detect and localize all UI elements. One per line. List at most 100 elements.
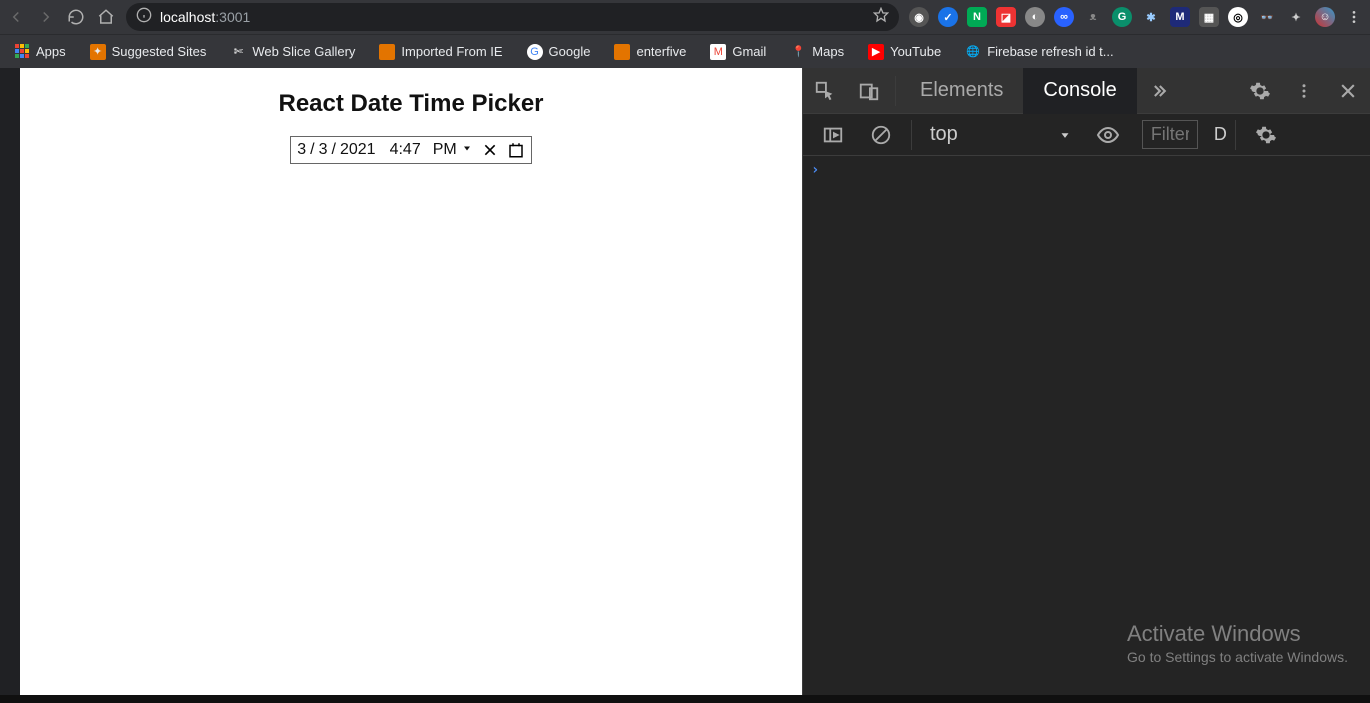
bookmark-item[interactable]: enterfive bbox=[610, 40, 690, 64]
datetime-ampm[interactable]: PM bbox=[433, 141, 457, 159]
bookmark-label: Suggested Sites bbox=[112, 44, 207, 59]
devtools-settings-button[interactable] bbox=[1238, 68, 1282, 114]
forward-button[interactable] bbox=[36, 7, 56, 27]
extension-icon[interactable]: ✓ bbox=[938, 7, 958, 27]
bookmark-label: Maps bbox=[812, 44, 844, 59]
folder-icon bbox=[379, 44, 395, 60]
bookmark-item[interactable]: ✄ Web Slice Gallery bbox=[226, 40, 359, 64]
bookmark-label: Imported From IE bbox=[401, 44, 502, 59]
windows-taskbar[interactable] bbox=[0, 695, 1370, 703]
home-icon bbox=[97, 8, 115, 26]
console-context-label: top bbox=[930, 123, 958, 146]
bookmark-label: Web Slice Gallery bbox=[252, 44, 355, 59]
bookmark-item[interactable]: 📍 Maps bbox=[786, 40, 848, 64]
folder-icon: ✦ bbox=[90, 44, 106, 60]
devices-icon bbox=[858, 80, 880, 102]
datetime-month[interactable]: 3 bbox=[297, 141, 306, 159]
globe-icon: 🌐 bbox=[965, 44, 981, 60]
extension-icons: ◉ ✓ N ◪ ◐ ∞ ᴥ G ✱ M ▦ ◎ 👓 ✦ ☺ bbox=[909, 7, 1364, 27]
tab-console[interactable]: Console bbox=[1023, 68, 1136, 114]
devtools-menu-button[interactable] bbox=[1282, 68, 1326, 114]
console-toolbar: top D bbox=[803, 114, 1370, 156]
star-icon bbox=[873, 7, 889, 23]
extension-icon[interactable]: ◪ bbox=[996, 7, 1016, 27]
bookmark-label: YouTube bbox=[890, 44, 941, 59]
eye-icon bbox=[1096, 123, 1120, 147]
bookmark-star-button[interactable] bbox=[873, 7, 889, 28]
datetime-input[interactable]: 3 / 3 / 2021 4:47 PM bbox=[290, 136, 531, 164]
devtools-panel: Elements Console bbox=[802, 68, 1370, 695]
address-url: localhost:3001 bbox=[160, 9, 250, 25]
address-bar[interactable]: localhost:3001 bbox=[126, 3, 899, 31]
extension-icon[interactable]: ▦ bbox=[1199, 7, 1219, 27]
profile-avatar[interactable]: ☺ bbox=[1315, 7, 1335, 27]
gmail-icon: M bbox=[710, 44, 726, 60]
bookmark-label: Gmail bbox=[732, 44, 766, 59]
toolbar-divider bbox=[1235, 120, 1236, 150]
extension-icon[interactable]: M bbox=[1170, 7, 1190, 27]
apps-grid-icon bbox=[14, 44, 30, 60]
home-button[interactable] bbox=[96, 7, 116, 27]
bookmark-item[interactable]: ✦ Suggested Sites bbox=[86, 40, 211, 64]
datetime-year[interactable]: 2021 bbox=[340, 141, 376, 159]
bookmark-item[interactable]: G Google bbox=[523, 40, 595, 64]
close-icon bbox=[1338, 81, 1358, 101]
calendar-button[interactable] bbox=[507, 141, 525, 159]
datetime-time[interactable]: 4:47 bbox=[390, 141, 421, 159]
extension-icon[interactable]: ◐ bbox=[1025, 7, 1045, 27]
inspect-element-button[interactable] bbox=[803, 68, 847, 114]
toolbar-divider bbox=[895, 76, 896, 106]
google-icon: G bbox=[527, 44, 543, 60]
kebab-icon bbox=[1295, 82, 1313, 100]
ampm-dropdown-button[interactable] bbox=[461, 141, 473, 159]
console-context-selector[interactable]: top bbox=[920, 123, 1082, 146]
console-messages[interactable]: › bbox=[803, 156, 1370, 695]
calendar-icon bbox=[507, 141, 525, 159]
extension-icon[interactable]: ∞ bbox=[1054, 7, 1074, 27]
slice-icon: ✄ bbox=[230, 44, 246, 60]
bookmark-label: Firebase refresh id t... bbox=[987, 44, 1113, 59]
toolbar-divider bbox=[911, 120, 912, 150]
extension-icon[interactable]: ✱ bbox=[1141, 7, 1161, 27]
console-clear-button[interactable] bbox=[859, 112, 903, 158]
log-level-selector[interactable]: D bbox=[1214, 124, 1227, 145]
devtools-tabbar: Elements Console bbox=[803, 68, 1370, 114]
bookmark-item[interactable]: ▶ YouTube bbox=[864, 40, 945, 64]
tab-elements[interactable]: Elements bbox=[900, 68, 1023, 114]
extension-icon[interactable]: N bbox=[967, 7, 987, 27]
chevron-down-icon bbox=[461, 142, 473, 154]
bookmark-label: Apps bbox=[36, 44, 66, 59]
bookmark-item[interactable]: Imported From IE bbox=[375, 40, 506, 64]
bookmark-item[interactable]: 🌐 Firebase refresh id t... bbox=[961, 40, 1117, 64]
page-title: React Date Time Picker bbox=[20, 90, 802, 118]
folder-icon bbox=[614, 44, 630, 60]
tab-overflow-button[interactable] bbox=[1137, 68, 1181, 114]
browser-menu-button[interactable] bbox=[1344, 7, 1364, 27]
console-filter-input[interactable] bbox=[1142, 120, 1198, 149]
extension-icon[interactable]: ◉ bbox=[909, 7, 929, 27]
reload-icon bbox=[67, 8, 85, 26]
back-button[interactable] bbox=[6, 7, 26, 27]
datetime-day[interactable]: 3 bbox=[319, 141, 328, 159]
bookmark-item[interactable]: M Gmail bbox=[706, 40, 770, 64]
bookmark-label: enterfive bbox=[636, 44, 686, 59]
site-info-icon[interactable] bbox=[136, 7, 152, 28]
extension-icon[interactable]: ◎ bbox=[1228, 7, 1248, 27]
console-settings-button[interactable] bbox=[1244, 112, 1288, 158]
devtools-close-button[interactable] bbox=[1326, 68, 1370, 114]
extension-icon[interactable]: ᴥ bbox=[1083, 7, 1103, 27]
chevron-down-icon bbox=[1058, 128, 1072, 142]
extension-icon[interactable]: 👓 bbox=[1257, 7, 1277, 27]
apps-button[interactable]: Apps bbox=[10, 40, 70, 64]
console-sidebar-toggle[interactable] bbox=[811, 112, 855, 158]
device-toggle-button[interactable] bbox=[847, 68, 891, 114]
live-expression-button[interactable] bbox=[1086, 112, 1130, 158]
maps-icon: 📍 bbox=[790, 44, 806, 60]
reload-button[interactable] bbox=[66, 7, 86, 27]
clear-button[interactable] bbox=[481, 141, 499, 159]
page-viewport: React Date Time Picker 3 / 3 / 2021 4:47… bbox=[20, 68, 802, 695]
kebab-icon bbox=[1346, 9, 1362, 25]
inspect-icon bbox=[814, 80, 836, 102]
extensions-menu-button[interactable]: ✦ bbox=[1286, 7, 1306, 27]
extension-icon[interactable]: G bbox=[1112, 7, 1132, 27]
